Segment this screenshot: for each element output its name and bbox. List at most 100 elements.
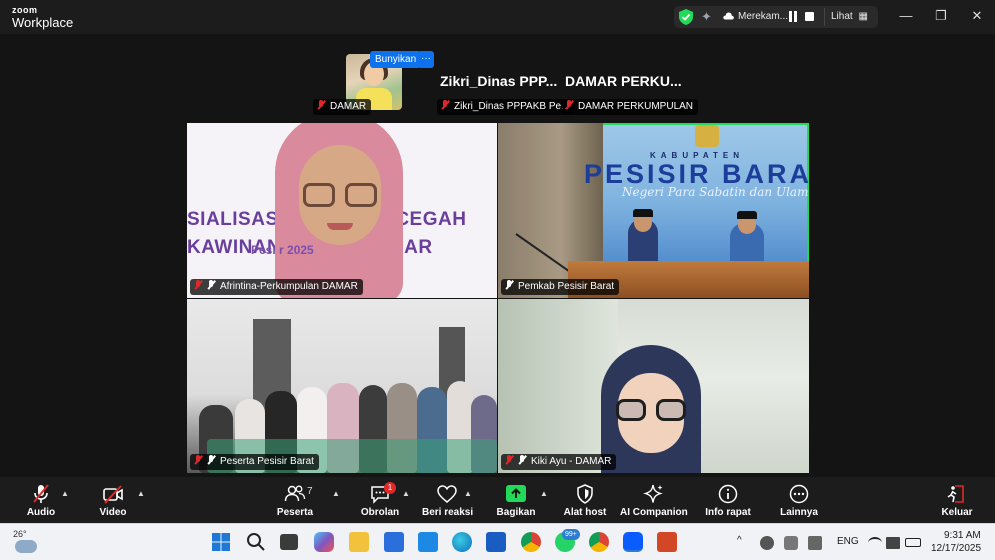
clock-time[interactable]: 9:31 AM xyxy=(944,530,981,541)
video-label: Video xyxy=(99,507,127,518)
chat-button[interactable]: Obrolan xyxy=(357,477,403,523)
ai-companion-button[interactable]: AI Companion xyxy=(620,477,688,523)
participant-2-tag-label: DAMAR PERKUMPULAN xyxy=(578,101,694,112)
task-view-icon[interactable] xyxy=(280,534,298,550)
reactions-button[interactable]: Beri reaksi xyxy=(422,477,474,523)
language-indicator[interactable]: ENG xyxy=(837,536,859,547)
banner-tagline: Negeri Para Sabatin dan Ulama xyxy=(622,185,809,199)
view-button[interactable]: Lihat ▦ xyxy=(824,8,874,26)
pen-app-icon[interactable] xyxy=(418,532,438,552)
leave-button[interactable]: Keluar xyxy=(936,477,978,523)
pause-recording-icon[interactable] xyxy=(789,11,798,22)
title-bar: zoom Workplace ✦ Merekam... Lihat ▦ — ❐ … xyxy=(0,0,995,34)
regency-crest-icon xyxy=(695,125,719,147)
unmute-button[interactable]: Bunyikan xyxy=(370,51,422,68)
self-more-options-button[interactable]: ··· xyxy=(418,51,434,68)
maximize-icon[interactable]: ❐ xyxy=(933,8,949,24)
minimize-icon[interactable]: — xyxy=(898,8,914,24)
audio-off-icon xyxy=(518,455,526,465)
audio-button[interactable]: Audio xyxy=(18,477,64,523)
tile-name-tag: Afrintina-Perkumpulan DAMAR xyxy=(190,279,363,295)
chrome-icon[interactable] xyxy=(521,532,541,552)
participants-options-caret-icon[interactable]: ▲ xyxy=(332,489,340,498)
muted-mic-icon xyxy=(194,455,202,465)
share-button[interactable]: Bagikan xyxy=(494,477,538,523)
ai-companion-sparkle-icon xyxy=(643,484,663,503)
volume-icon[interactable] xyxy=(886,537,900,549)
video-tile-pemkab[interactable]: KABUPATEN PESISIR BARA Negeri Para Sabat… xyxy=(498,123,809,298)
self-name-tag: DAMAR xyxy=(313,99,372,115)
ai-sparkle-icon[interactable]: ✦ xyxy=(701,10,712,23)
security-tray-icon[interactable] xyxy=(760,536,774,550)
audio-off-icon xyxy=(505,280,513,290)
audio-label: Audio xyxy=(26,507,56,518)
video-tile-peserta[interactable]: Peserta Pesisir Barat xyxy=(187,299,497,473)
windows-start-icon[interactable] xyxy=(211,532,231,552)
muted-mic-icon xyxy=(441,100,449,110)
audio-options-caret-icon[interactable]: ▲ xyxy=(61,489,69,498)
muted-mic-icon xyxy=(505,455,513,465)
battery-icon[interactable] xyxy=(905,538,921,547)
participants-count: 7 xyxy=(307,486,313,497)
chat-unread-badge: 1 xyxy=(384,482,396,494)
audio-off-icon xyxy=(207,455,215,465)
chrome-profile-icon[interactable] xyxy=(589,532,609,552)
whatsapp-badge: 99+ xyxy=(562,529,580,540)
view-button-label: Lihat xyxy=(831,11,853,22)
muted-mic-icon xyxy=(565,100,573,110)
host-shield-icon xyxy=(577,484,593,504)
tile-name-label: Kiki Ayu - DAMAR xyxy=(531,456,612,467)
wifi-icon[interactable] xyxy=(868,537,882,549)
zoom-window: zoom Workplace ✦ Merekam... Lihat ▦ — ❐ … xyxy=(0,0,995,560)
slide-banner-line-3: Pesi r 2025 xyxy=(251,243,314,257)
heart-reaction-icon xyxy=(437,485,457,503)
stop-recording-icon[interactable] xyxy=(805,12,814,21)
more-button[interactable]: Lainnya xyxy=(776,477,822,523)
encryption-shield-icon[interactable] xyxy=(679,9,693,25)
leave-door-icon xyxy=(947,485,964,503)
video-off-icon xyxy=(103,485,123,504)
search-icon[interactable] xyxy=(246,532,266,552)
tile-name-tag: Peserta Pesisir Barat xyxy=(190,454,319,470)
chat-label: Obrolan xyxy=(360,507,400,518)
microsoft-store-icon[interactable] xyxy=(384,532,404,552)
video-tile-kiki[interactable]: Kiki Ayu - DAMAR xyxy=(498,299,809,473)
host-tools-button[interactable]: Alat host xyxy=(562,477,608,523)
meeting-info-label: Info rapat xyxy=(705,507,751,518)
share-label: Bagikan xyxy=(496,507,536,518)
sync-tray-icon[interactable] xyxy=(784,536,798,550)
background-wall xyxy=(498,299,618,473)
video-tile-afrintina[interactable]: SIALISASI ST AH PENCEGAH KAWINAN A PESIS… xyxy=(187,123,497,298)
glasses-right xyxy=(345,183,377,207)
file-explorer-icon[interactable] xyxy=(349,532,369,552)
glasses-right xyxy=(656,399,686,421)
leave-label: Keluar xyxy=(941,507,973,518)
video-options-caret-icon[interactable]: ▲ xyxy=(137,489,145,498)
tray-overflow-caret-icon[interactable]: ^ xyxy=(737,535,742,546)
powerpoint-icon[interactable] xyxy=(657,532,677,552)
muted-mic-icon xyxy=(194,280,202,290)
tile-name-label: Afrintina-Perkumpulan DAMAR xyxy=(220,281,358,292)
tray-app-icon[interactable] xyxy=(808,536,822,550)
share-options-caret-icon[interactable]: ▲ xyxy=(540,489,548,498)
grid-view-icon: ▦ xyxy=(858,11,868,22)
close-icon[interactable]: ✕ xyxy=(969,8,985,24)
meeting-info-button[interactable]: Info rapat xyxy=(704,477,752,523)
weather-cloud-icon[interactable] xyxy=(15,540,37,553)
participants-icon xyxy=(284,485,306,502)
chat-options-caret-icon[interactable]: ▲ xyxy=(402,489,410,498)
weather-temperature[interactable]: 26° xyxy=(13,529,27,539)
zoom-workplace-logo: zoom Workplace xyxy=(12,6,73,30)
edge-browser-icon[interactable] xyxy=(452,532,472,552)
video-button[interactable]: Video xyxy=(90,477,136,523)
clock-date[interactable]: 12/17/2025 xyxy=(931,543,981,554)
participants-button[interactable]: Peserta xyxy=(272,477,318,523)
reactions-label: Beri reaksi xyxy=(422,507,474,518)
outlook-icon[interactable] xyxy=(486,532,506,552)
zoom-taskbar-icon[interactable] xyxy=(623,532,643,552)
cloud-record-icon xyxy=(723,12,734,20)
copilot-icon[interactable] xyxy=(314,532,334,552)
tile-name-label: Pemkab Pesisir Barat xyxy=(518,281,615,292)
more-label: Lainnya xyxy=(780,507,818,518)
reactions-options-caret-icon[interactable]: ▲ xyxy=(464,489,472,498)
